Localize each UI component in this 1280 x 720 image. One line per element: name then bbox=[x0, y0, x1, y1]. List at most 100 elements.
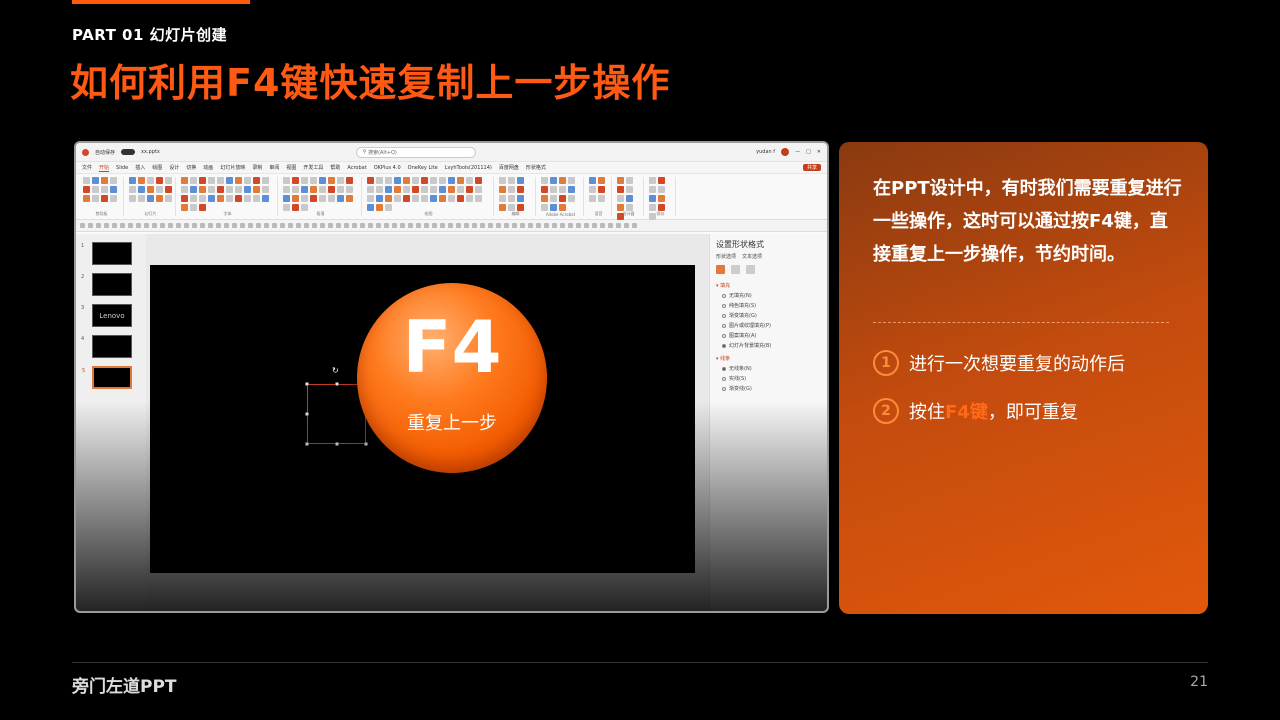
toolbar-icon[interactable] bbox=[456, 223, 461, 228]
toolbar-icon[interactable] bbox=[272, 223, 277, 228]
ribbon-command-icon[interactable] bbox=[165, 186, 172, 193]
ribbon-command-icon[interactable] bbox=[475, 186, 482, 193]
toolbar-icon[interactable] bbox=[632, 223, 637, 228]
tab-shape-options[interactable]: 形状选项 bbox=[716, 253, 736, 260]
toolbar-icon[interactable] bbox=[408, 223, 413, 228]
ribbon-command-icon[interactable] bbox=[541, 177, 548, 184]
ribbon-command-icon[interactable] bbox=[208, 186, 215, 193]
format-option[interactable]: 图案填充(A) bbox=[722, 332, 821, 339]
ribbon-command-icon[interactable] bbox=[235, 177, 242, 184]
toolbar-icon[interactable] bbox=[432, 223, 437, 228]
ribbon-command-icon[interactable] bbox=[649, 177, 656, 184]
toolbar-icon[interactable] bbox=[576, 223, 581, 228]
ribbon-command-icon[interactable] bbox=[147, 177, 154, 184]
ribbon-command-icon[interactable] bbox=[235, 186, 242, 193]
radio-button[interactable] bbox=[722, 303, 726, 308]
radio-button[interactable] bbox=[722, 333, 726, 338]
ribbon-command-icon[interactable] bbox=[226, 186, 233, 193]
ribbon-command-icon[interactable] bbox=[190, 204, 197, 211]
toolbar-icon[interactable] bbox=[472, 223, 477, 228]
ribbon-tab[interactable]: 审阅 bbox=[269, 164, 279, 171]
toolbar-icon[interactable] bbox=[216, 223, 221, 228]
toolbar-icon[interactable] bbox=[304, 223, 309, 228]
ribbon-command-icon[interactable] bbox=[328, 177, 335, 184]
toolbar-icon[interactable] bbox=[144, 223, 149, 228]
ribbon-command-icon[interactable] bbox=[190, 177, 197, 184]
ribbon-command-icon[interactable] bbox=[262, 195, 269, 202]
toolbar-icon[interactable] bbox=[184, 223, 189, 228]
slide-thumb-1[interactable]: 1 bbox=[81, 242, 132, 265]
ribbon-command-icon[interactable] bbox=[292, 204, 299, 211]
ribbon-command-icon[interactable] bbox=[466, 186, 473, 193]
slide-thumb-5[interactable]: 5 bbox=[82, 366, 132, 389]
radio-button[interactable] bbox=[722, 386, 726, 391]
ribbon-command-icon[interactable] bbox=[541, 186, 548, 193]
ribbon-command-icon[interactable] bbox=[301, 204, 308, 211]
ribbon-command-icon[interactable] bbox=[559, 177, 566, 184]
ribbon-tab[interactable]: 开发工具 bbox=[303, 164, 323, 171]
ribbon-command-icon[interactable] bbox=[110, 186, 117, 193]
toolbar-icon[interactable] bbox=[368, 223, 373, 228]
resize-handle[interactable] bbox=[305, 382, 309, 386]
share-button[interactable]: 共享 bbox=[802, 164, 821, 171]
toolbar-icon[interactable] bbox=[168, 223, 173, 228]
avatar[interactable] bbox=[781, 148, 790, 156]
ribbon-command-icon[interactable] bbox=[292, 177, 299, 184]
ribbon-command-icon[interactable] bbox=[328, 186, 335, 193]
ribbon-command-icon[interactable] bbox=[83, 186, 90, 193]
ribbon-command-icon[interactable] bbox=[559, 195, 566, 202]
ribbon-command-icon[interactable] bbox=[649, 204, 656, 211]
radio-button[interactable] bbox=[722, 376, 726, 381]
toolbar-icon[interactable] bbox=[128, 223, 133, 228]
ribbon-command-icon[interactable] bbox=[367, 177, 374, 184]
toolbar-icon[interactable] bbox=[208, 223, 213, 228]
ribbon-command-icon[interactable] bbox=[337, 177, 344, 184]
toolbar-icon[interactable] bbox=[112, 223, 117, 228]
ribbon-tab[interactable]: LvyhTools(201114) bbox=[445, 165, 492, 171]
ribbon-command-icon[interactable] bbox=[430, 177, 437, 184]
ribbon-command-icon[interactable] bbox=[337, 195, 344, 202]
ribbon-command-icon[interactable] bbox=[508, 177, 515, 184]
ribbon-command-icon[interactable] bbox=[138, 195, 145, 202]
toolbar-icon[interactable] bbox=[608, 223, 613, 228]
ribbon-command-icon[interactable] bbox=[412, 195, 419, 202]
radio-button[interactable] bbox=[722, 313, 726, 318]
ribbon-command-icon[interactable] bbox=[199, 186, 206, 193]
ribbon-command-icon[interactable] bbox=[568, 186, 575, 193]
ribbon-command-icon[interactable] bbox=[649, 195, 656, 202]
toolbar-icon[interactable] bbox=[288, 223, 293, 228]
toolbar-icon[interactable] bbox=[264, 223, 269, 228]
fill-line-icon[interactable] bbox=[716, 265, 725, 274]
ribbon-command-icon[interactable] bbox=[403, 195, 410, 202]
radio-button[interactable] bbox=[722, 293, 726, 298]
ribbon-command-icon[interactable] bbox=[568, 195, 575, 202]
ribbon-tab[interactable]: Acrobat bbox=[347, 165, 366, 171]
ribbon-command-icon[interactable] bbox=[283, 204, 290, 211]
ribbon-command-icon[interactable] bbox=[253, 195, 260, 202]
toolbar-icon[interactable] bbox=[320, 223, 325, 228]
ribbon-tab[interactable]: 动画 bbox=[203, 164, 213, 171]
ribbon-command-icon[interactable] bbox=[262, 186, 269, 193]
ribbon-command-icon[interactable] bbox=[92, 195, 99, 202]
user-name[interactable]: yudan f bbox=[756, 149, 775, 155]
ribbon-command-icon[interactable] bbox=[292, 186, 299, 193]
ribbon-command-icon[interactable] bbox=[517, 204, 524, 211]
ribbon-command-icon[interactable] bbox=[499, 177, 506, 184]
toolbar-icon[interactable] bbox=[520, 223, 525, 228]
ribbon-command-icon[interactable] bbox=[475, 177, 482, 184]
ribbon-command-icon[interactable] bbox=[541, 195, 548, 202]
ribbon-command-icon[interactable] bbox=[199, 177, 206, 184]
toolbar-icon[interactable] bbox=[512, 223, 517, 228]
toolbar-icon[interactable] bbox=[224, 223, 229, 228]
ribbon-command-icon[interactable] bbox=[244, 186, 251, 193]
toolbar-icon[interactable] bbox=[440, 223, 445, 228]
ribbon-command-icon[interactable] bbox=[190, 186, 197, 193]
ribbon-command-icon[interactable] bbox=[421, 186, 428, 193]
toolbar-icon[interactable] bbox=[248, 223, 253, 228]
ribbon-command-icon[interactable] bbox=[448, 195, 455, 202]
format-option[interactable]: 无线条(N) bbox=[722, 365, 821, 372]
format-option[interactable]: 图片或纹理填充(P) bbox=[722, 322, 821, 329]
close-icon[interactable]: ✕ bbox=[817, 149, 821, 155]
ribbon-command-icon[interactable] bbox=[617, 177, 624, 184]
ribbon-command-icon[interactable] bbox=[430, 195, 437, 202]
